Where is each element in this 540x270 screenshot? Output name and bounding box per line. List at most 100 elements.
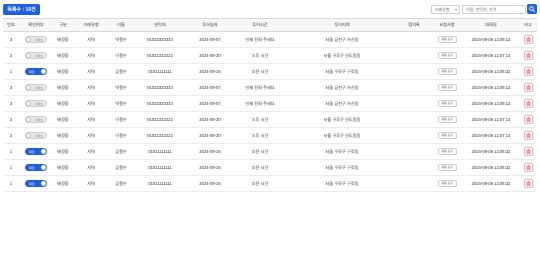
view-request-button[interactable]: 내용 보기 [437, 100, 457, 107]
created-date: 2024-09-09 12:08:13 [463, 79, 519, 96]
delete-button[interactable] [523, 51, 533, 60]
toggle-label: 미확인 [34, 53, 43, 58]
tour-time: 오후 시간 [233, 111, 287, 128]
view-request-button[interactable]: 내용 보기 [437, 180, 457, 187]
view-request-button[interactable]: 내용 보기 [437, 68, 457, 75]
status-label: 배정중 [53, 143, 73, 160]
confirm-cell: 미확인 [19, 95, 53, 112]
view-request-button[interactable]: 내용 보기 [437, 148, 457, 155]
delete-button[interactable] [523, 35, 533, 44]
actions-cell [519, 127, 537, 144]
phone-number: 01011111111 [133, 175, 187, 192]
actions-cell [519, 31, 537, 48]
request-cell: 내용 보기 [431, 127, 463, 144]
confirm-cell: 미확인 [19, 79, 53, 96]
trash-icon [526, 181, 530, 186]
request-cell: 내용 보기 [431, 31, 463, 48]
tour-region: 서울 구로구 신도림동 [287, 127, 397, 144]
trash-icon [526, 117, 530, 122]
delete-button[interactable] [523, 67, 533, 76]
view-request-button[interactable]: 내용 보기 [437, 132, 457, 139]
confirm-toggle[interactable]: 미확인 [25, 132, 47, 139]
table-row: 1 확인 배정중 지역 김철수 01011111111 2024-09-15 오전 시간 서울 … [3, 63, 537, 80]
actions-cell [519, 63, 537, 80]
deal-type-select[interactable]: 거래유형 ▾ [431, 5, 460, 14]
tour-region: 서울 구로구 구로동 [287, 143, 397, 160]
tour-date: 2024-08-30 [187, 47, 233, 64]
search-button[interactable] [527, 4, 537, 14]
delete-button[interactable] [523, 147, 533, 156]
view-request-button[interactable]: 내용 보기 [437, 164, 457, 171]
delete-button[interactable] [523, 115, 533, 124]
table-row: 2 미확인 배정중 지역 이철수 01022222222 2024-08-30 오후 시간 서울… [3, 127, 537, 144]
row-number: 3 [3, 31, 19, 48]
view-request-button[interactable]: 내용 보기 [437, 84, 457, 91]
toggle-knob [26, 133, 31, 138]
column-header: 연락처 [133, 18, 187, 32]
delete-button[interactable] [523, 131, 533, 140]
view-request-button[interactable]: 내용 보기 [437, 36, 457, 43]
customer-name: 박철수 [109, 95, 133, 112]
column-header: 이름 [109, 18, 133, 32]
delete-button[interactable] [523, 163, 533, 172]
tour-region: 서울 구로구 신도림동 [287, 111, 397, 128]
row-number: 2 [3, 111, 19, 128]
status-label: 배정중 [53, 47, 73, 64]
actions-cell [519, 95, 537, 112]
memo [397, 47, 431, 64]
confirm-toggle[interactable]: 미확인 [25, 36, 47, 43]
row-number: 2 [3, 127, 19, 144]
tour-time: 오후 시간 [233, 127, 287, 144]
toolbar: 목록수 : 10건 거래유형 ▾ [3, 4, 537, 16]
confirm-toggle[interactable]: 확인 [25, 68, 47, 75]
tour-time: 오전 시간 [233, 63, 287, 80]
view-request-button[interactable]: 내용 보기 [437, 116, 457, 123]
deal-type: 지역 [73, 47, 109, 64]
tour-date: 2024-09-15 [187, 175, 233, 192]
table-row: 2 미확인 배정중 지역 이철수 01022222222 2024-08-30 오후 시간 서울… [3, 111, 537, 128]
confirm-toggle[interactable]: 미확인 [25, 100, 47, 107]
delete-button[interactable] [523, 99, 533, 108]
tour-region: 서울 구로구 신도림동 [287, 47, 397, 64]
list-count-badge: 목록수 : 10건 [3, 4, 40, 15]
row-number: 1 [3, 175, 19, 192]
toggle-label: 확인 [29, 165, 35, 170]
toggle-knob [41, 181, 46, 186]
confirm-toggle[interactable]: 확인 [25, 180, 47, 187]
table-row: 3 미확인 배정중 지역 박철수 01033333333 2024-09-07 언제 전화 주… [3, 95, 537, 112]
tour-region: 서울 구로구 구로동 [287, 159, 397, 176]
tour-region: 서울 금천구 가산동 [287, 95, 397, 112]
table-row: 2 미확인 배정중 지역 이철수 01022222222 2024-08-30 오후 시간 서울… [3, 47, 537, 64]
confirm-toggle[interactable]: 확인 [25, 148, 47, 155]
phone-number: 01022222222 [133, 127, 187, 144]
confirm-toggle[interactable]: 확인 [25, 164, 47, 171]
confirm-toggle[interactable]: 미확인 [25, 116, 47, 123]
created-date: 2024-09-09 12:08:13 [463, 95, 519, 112]
created-date: 2024-09-09 12:08:13 [463, 31, 519, 48]
trash-icon [526, 85, 530, 90]
deal-type: 지역 [73, 79, 109, 96]
confirm-toggle[interactable]: 미확인 [25, 52, 47, 59]
toggle-label: 미확인 [34, 85, 43, 90]
toggle-label: 미확인 [34, 101, 43, 106]
tour-time: 오후 시간 [233, 47, 287, 64]
delete-button[interactable] [523, 179, 533, 188]
trash-icon [526, 53, 530, 58]
customer-name: 김철수 [109, 63, 133, 80]
status-label: 배정중 [53, 63, 73, 80]
search-input[interactable] [462, 5, 526, 14]
confirm-toggle[interactable]: 미확인 [25, 84, 47, 91]
tour-date: 2024-08-30 [187, 127, 233, 144]
toggle-label: 미확인 [34, 117, 43, 122]
customer-name: 김철수 [109, 159, 133, 176]
tour-region: 서울 구로구 구로동 [287, 63, 397, 80]
trash-icon [526, 133, 530, 138]
tour-time: 언제 전화 주세요 [233, 79, 287, 96]
delete-button[interactable] [523, 83, 533, 92]
request-cell: 내용 보기 [431, 47, 463, 64]
tour-time: 언제 전화 주세요 [233, 31, 287, 48]
view-request-button[interactable]: 내용 보기 [437, 52, 457, 59]
status-label: 배정중 [53, 127, 73, 144]
phone-number: 01022222222 [133, 47, 187, 64]
deal-type: 지역 [73, 111, 109, 128]
